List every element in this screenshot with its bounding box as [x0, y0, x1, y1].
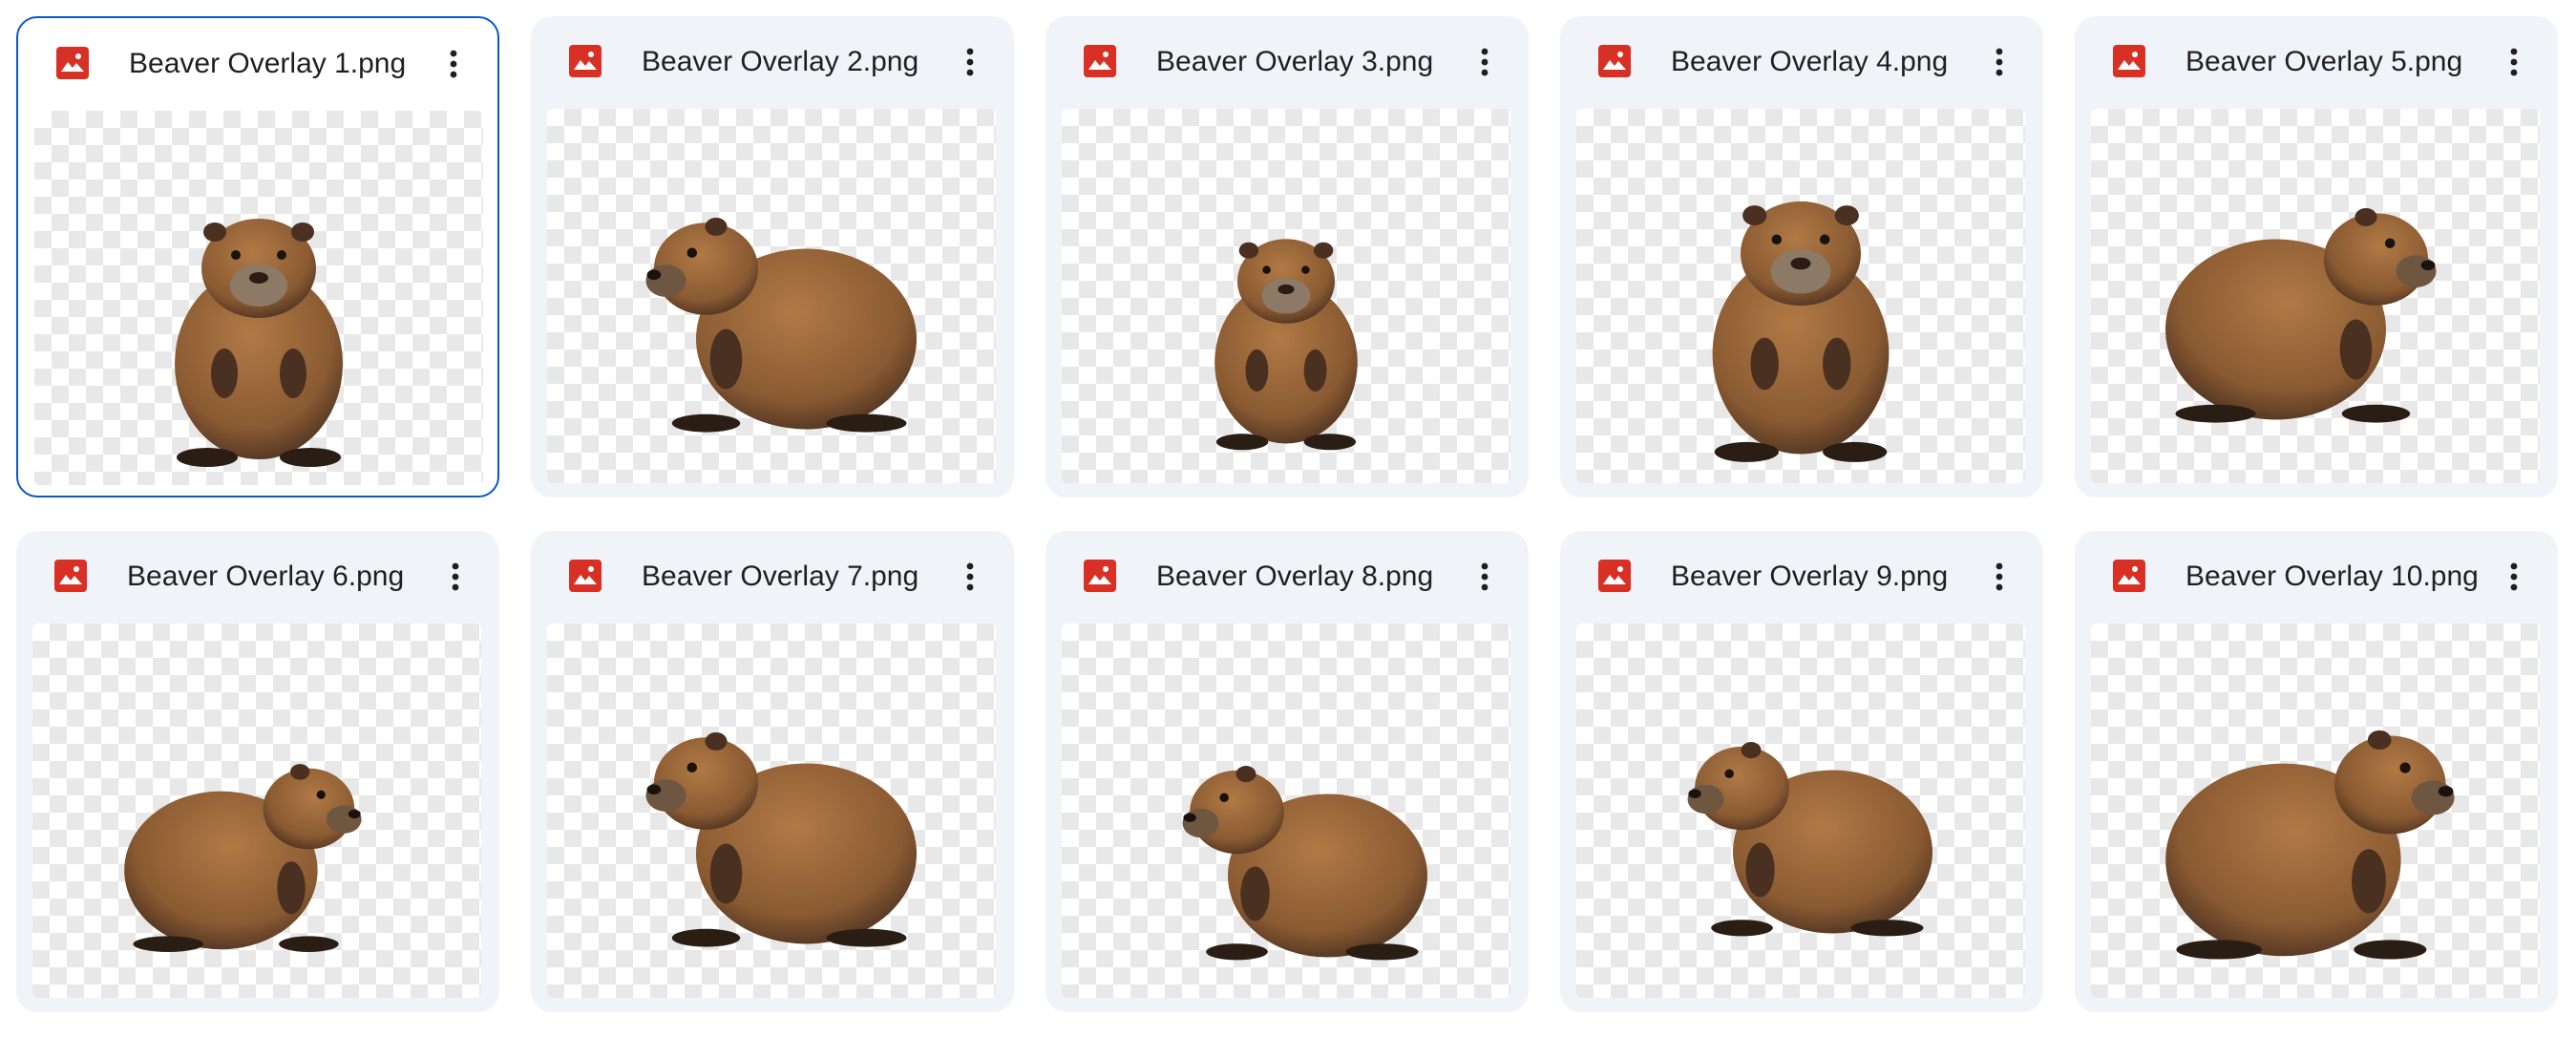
beaver-image: [1687, 742, 1932, 937]
beaver-image: [1712, 201, 1890, 462]
beaver-image: [2165, 730, 2455, 960]
file-thumbnail: [34, 111, 483, 485]
more-actions-button[interactable]: [1464, 556, 1506, 598]
more-vert-icon: [2510, 562, 2518, 591]
more-actions-button[interactable]: [2493, 556, 2535, 598]
more-vert-icon: [1995, 48, 2003, 76]
file-card[interactable]: Beaver Overlay 7.png: [531, 531, 1014, 1012]
file-name: Beaver Overlay 1.png: [129, 48, 407, 79]
file-name: Beaver Overlay 8.png: [1156, 561, 1434, 592]
file-card[interactable]: Beaver Overlay 6.png: [16, 531, 499, 1012]
card-header: Beaver Overlay 2.png: [531, 16, 1014, 109]
file-card[interactable]: Beaver Overlay 1.png: [16, 16, 499, 497]
card-header: Beaver Overlay 9.png: [1560, 531, 2043, 624]
file-name: Beaver Overlay 10.png: [2185, 561, 2479, 592]
file-name: Beaver Overlay 3.png: [1156, 46, 1434, 77]
image-file-icon: [1084, 45, 1116, 77]
image-file-icon: [1084, 560, 1116, 592]
file-card[interactable]: Beaver Overlay 3.png: [1045, 16, 1529, 497]
image-file-icon: [1598, 560, 1631, 592]
file-thumbnail: [1062, 109, 1510, 483]
file-thumbnail: [2091, 624, 2540, 998]
card-header: Beaver Overlay 3.png: [1045, 16, 1529, 109]
beaver-image: [645, 217, 917, 433]
more-actions-button[interactable]: [1978, 556, 2020, 598]
file-name: Beaver Overlay 6.png: [127, 561, 405, 592]
card-header: Beaver Overlay 8.png: [1045, 531, 1529, 624]
file-card[interactable]: Beaver Overlay 5.png: [2075, 16, 2558, 497]
file-card[interactable]: Beaver Overlay 2.png: [531, 16, 1014, 497]
image-file-icon: [2113, 560, 2145, 592]
more-actions-button[interactable]: [1978, 41, 2020, 83]
card-header: Beaver Overlay 6.png: [16, 531, 499, 624]
card-header: Beaver Overlay 5.png: [2075, 16, 2558, 109]
more-vert-icon: [966, 48, 974, 76]
more-vert-icon: [1481, 48, 1489, 76]
file-card[interactable]: Beaver Overlay 8.png: [1045, 531, 1529, 1012]
beaver-image: [645, 731, 917, 947]
more-vert-icon: [2510, 48, 2518, 76]
card-header: Beaver Overlay 7.png: [531, 531, 1014, 624]
more-vert-icon: [450, 50, 457, 78]
file-thumbnail: [1062, 624, 1510, 998]
image-file-icon: [56, 47, 89, 79]
more-vert-icon: [452, 562, 459, 591]
more-actions-button[interactable]: [2493, 41, 2535, 83]
file-name: Beaver Overlay 2.png: [642, 46, 919, 77]
more-vert-icon: [966, 562, 974, 591]
file-card[interactable]: Beaver Overlay 10.png: [2075, 531, 2558, 1012]
card-header: Beaver Overlay 1.png: [18, 18, 497, 111]
file-thumbnail: [1576, 624, 2025, 998]
beaver-image: [1182, 766, 1427, 961]
more-actions-button[interactable]: [433, 43, 475, 85]
file-thumbnail: [2091, 109, 2540, 483]
more-vert-icon: [1481, 562, 1489, 591]
image-file-icon: [54, 560, 87, 592]
file-grid: Beaver Overlay 1.png Beaver Overlay 2.pn…: [16, 16, 2558, 1012]
more-actions-button[interactable]: [1464, 41, 1506, 83]
file-card[interactable]: Beaver Overlay 4.png: [1560, 16, 2043, 497]
beaver-image: [1214, 239, 1358, 451]
image-file-icon: [2113, 45, 2145, 77]
more-actions-button[interactable]: [949, 556, 991, 598]
more-vert-icon: [1995, 562, 2003, 591]
card-header: Beaver Overlay 4.png: [1560, 16, 2043, 109]
more-actions-button[interactable]: [949, 41, 991, 83]
beaver-image: [175, 219, 343, 467]
file-thumbnail: [32, 624, 481, 998]
card-header: Beaver Overlay 10.png: [2075, 531, 2558, 624]
file-thumbnail: [547, 109, 996, 483]
image-file-icon: [569, 45, 602, 77]
file-thumbnail: [1576, 109, 2025, 483]
image-file-icon: [569, 560, 602, 592]
file-thumbnail: [547, 624, 996, 998]
file-name: Beaver Overlay 5.png: [2185, 46, 2463, 77]
file-name: Beaver Overlay 7.png: [642, 561, 919, 592]
file-name: Beaver Overlay 4.png: [1671, 46, 1949, 77]
beaver-image: [2165, 207, 2437, 423]
more-actions-button[interactable]: [434, 556, 476, 598]
file-card[interactable]: Beaver Overlay 9.png: [1560, 531, 2043, 1012]
image-file-icon: [1598, 45, 1631, 77]
beaver-image: [124, 764, 362, 952]
file-name: Beaver Overlay 9.png: [1671, 561, 1949, 592]
